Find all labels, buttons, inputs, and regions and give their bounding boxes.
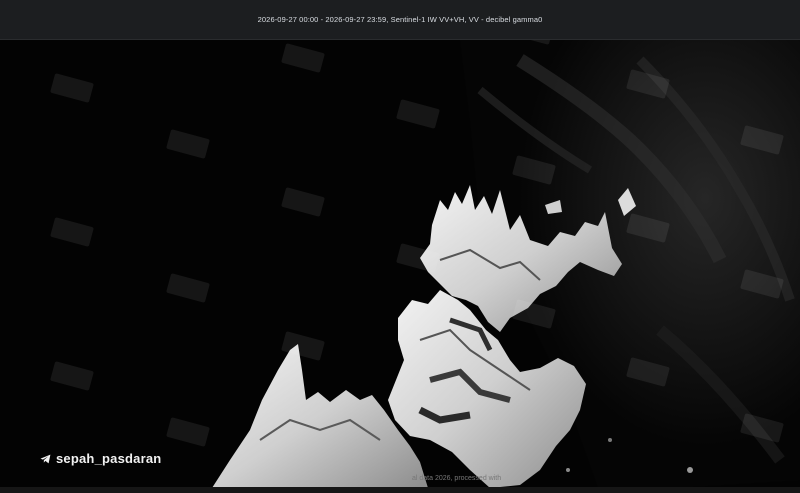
image-header-bar: 2026-09-27 00:00 - 2026-09-27 23:59, Sen… — [0, 0, 800, 40]
telegram-icon — [40, 454, 51, 464]
channel-handle: sepah_pasdaran — [40, 451, 161, 466]
bottom-edge — [0, 487, 800, 493]
acquisition-title: 2026-09-27 00:00 - 2026-09-27 23:59, Sen… — [257, 15, 543, 24]
map-viewer[interactable]: 2026-09-27 00:00 - 2026-09-27 23:59, Sen… — [0, 0, 800, 493]
handle-label: sepah_pasdaran — [56, 451, 162, 466]
data-attribution: al data 2026, processed with — [412, 475, 502, 482]
